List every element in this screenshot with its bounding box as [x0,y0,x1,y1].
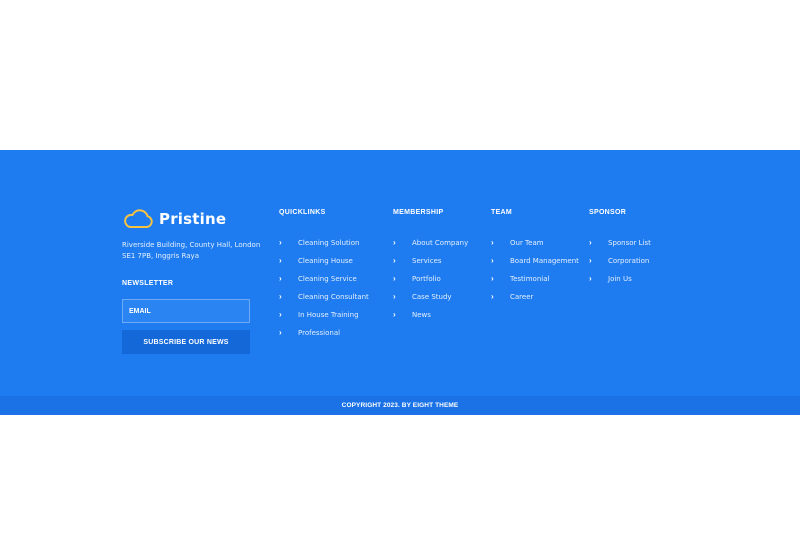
footer-link[interactable]: › About Company [393,234,468,252]
chevron-right-icon: › [491,238,494,247]
footer-address: Riverside Building, County Hall, London … [122,241,261,260]
column-title: TEAM [491,209,513,216]
chevron-right-icon: › [279,292,282,301]
footer-link[interactable]: › Cleaning Service [279,270,369,288]
footer-link[interactable]: › Corporation [589,252,651,270]
subscribe-button[interactable]: SUBSCRIBE OUR NEWS [122,330,250,354]
footer-link[interactable]: › Sponsor List [589,234,651,252]
chevron-right-icon: › [393,274,396,283]
brand-logo[interactable]: Pristine [122,209,226,229]
chevron-right-icon: › [279,310,282,319]
chevron-right-icon: › [393,292,396,301]
chevron-right-icon: › [279,256,282,265]
footer-column-quicklinks: QUICKLINKS › Cleaning Solution › Cleaning … [279,209,369,342]
footer-column-sponsor: SPONSOR › Sponsor List › Corporation › Join… [589,209,651,288]
footer-link[interactable]: › Professional [279,324,369,342]
footer-link[interactable]: › Join Us [589,270,651,288]
footer-link[interactable]: › Board Management [491,252,579,270]
column-title: QUICKLINKS [279,209,326,216]
footer-link[interactable]: › Testimonial [491,270,579,288]
chevron-right-icon: › [589,238,592,247]
footer-link[interactable]: › Our Team [491,234,579,252]
chevron-right-icon: › [393,256,396,265]
copyright-bar: COPYRIGHT 2023. BY EIGHT THEME [0,396,800,415]
footer-link[interactable]: › Career [491,288,579,306]
chevron-right-icon: › [393,310,396,319]
chevron-right-icon: › [589,274,592,283]
chevron-right-icon: › [589,256,592,265]
footer-link[interactable]: › Services [393,252,468,270]
chevron-right-icon: › [491,256,494,265]
newsletter-title: NEWSLETTER [122,280,174,287]
column-title: SPONSOR [589,209,627,216]
chevron-right-icon: › [279,238,282,247]
footer-link[interactable]: › Cleaning Consultant [279,288,369,306]
chevron-right-icon: › [393,238,396,247]
chevron-right-icon: › [279,274,282,283]
chevron-right-icon: › [279,328,282,337]
footer-link[interactable]: › Cleaning House [279,252,369,270]
footer-link[interactable]: › Cleaning Solution [279,234,369,252]
cloud-icon [122,209,154,229]
footer-link[interactable]: › Case Study [393,288,468,306]
column-title: MEMBERSHIP [393,209,444,216]
footer-column-team: TEAM › Our Team › Board Management › Testim… [491,209,579,306]
copyright-text: COPYRIGHT 2023. BY EIGHT THEME [341,402,459,409]
chevron-right-icon: › [491,274,494,283]
footer-link[interactable]: › News [393,306,468,324]
footer-link[interactable]: › Portfolio [393,270,468,288]
brand-name: Pristine [159,210,227,228]
footer-column-membership: MEMBERSHIP › About Company › Services › Por… [393,209,468,324]
footer-link[interactable]: › In House Training [279,306,369,324]
email-field[interactable] [122,299,250,323]
chevron-right-icon: › [491,292,494,301]
